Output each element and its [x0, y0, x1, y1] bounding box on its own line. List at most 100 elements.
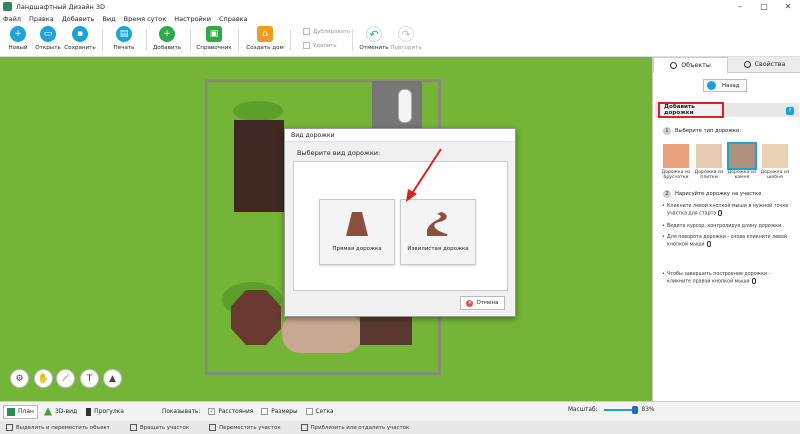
path-type-stone[interactable]: Дорожка из камня — [727, 142, 757, 180]
zoom-slider[interactable] — [603, 406, 638, 414]
curved-path-option[interactable]: Извилистая дорожка — [400, 199, 476, 265]
help-icon[interactable]: ? — [786, 107, 794, 115]
add-paths-title: Добавить дорожки — [658, 102, 724, 118]
step-1: 1 Выберите тип дорожки: — [663, 127, 741, 135]
toolbar: + Новый ▭ Открыть ▪ Сохранить ▤ Печать +… — [0, 24, 800, 57]
checkbox-unchecked — [261, 408, 269, 415]
status-bar: Выделить и переместить объект Вращать уч… — [0, 421, 800, 434]
properties-icon — [743, 61, 751, 68]
save-button[interactable]: ▪ Сохранить — [62, 25, 98, 55]
car — [398, 89, 412, 123]
tile-swatch — [696, 144, 722, 168]
grid-checkbox[interactable]: Сетка — [305, 408, 334, 415]
curved-path-icon — [427, 212, 447, 236]
menu-help[interactable]: Справка — [219, 15, 248, 23]
back-arrow-icon — [707, 81, 716, 90]
menu-edit[interactable]: Правка — [29, 15, 54, 23]
print-button[interactable]: ▤ Печать — [106, 25, 142, 55]
menu-time-of-day[interactable]: Время суток — [124, 15, 167, 23]
new-file-icon: + — [10, 26, 26, 42]
printer-icon: ▤ — [116, 26, 132, 42]
back-button[interactable]: Назад — [703, 79, 747, 92]
mouse-icon — [751, 278, 756, 284]
dialog-panel: Прямая дорожка Извилистая дорожка — [293, 161, 508, 291]
path-type-paving[interactable]: Дорожка из брусчатки — [661, 144, 691, 180]
text-tool-icon[interactable]: T — [80, 369, 99, 388]
instruction-2: Ведите курсор, контролируя длину дорожки — [662, 223, 789, 230]
ruler-tool-icon[interactable]: ⟋ — [56, 369, 75, 388]
folder-icon: ▭ — [40, 26, 56, 42]
distances-checkbox[interactable]: ✓ Расстояния — [208, 408, 253, 415]
dialog-title: Вид дорожки — [285, 129, 515, 142]
mouse-right-icon — [129, 424, 137, 431]
patio — [282, 313, 362, 353]
open-button[interactable]: ▭ Открыть — [30, 25, 66, 55]
menu-settings[interactable]: Настройки — [174, 15, 211, 23]
sizes-checkbox[interactable]: Размеры — [261, 408, 298, 415]
menu-view[interactable]: Вид — [102, 15, 115, 23]
select-tool-icon[interactable]: ⚙ — [10, 369, 29, 388]
app-icon — [3, 2, 12, 11]
gravel-swatch — [762, 144, 788, 168]
plan-view-button[interactable]: План — [3, 404, 38, 419]
reference-button[interactable]: ▣ Справочник — [196, 25, 232, 55]
path-type-gravel[interactable]: Дорожка из щебня — [760, 144, 790, 180]
panel-tabs: Объекты Свойства — [653, 57, 800, 73]
checkbox-unchecked — [305, 408, 313, 415]
hand-tool-icon[interactable]: ✋ — [34, 369, 53, 388]
mouse-middle-icon — [209, 424, 217, 431]
hint-move: Переместить участок — [209, 424, 281, 431]
objects-icon — [670, 62, 678, 69]
tab-properties[interactable]: Свойства — [728, 57, 800, 73]
shed — [360, 315, 412, 345]
menu-add[interactable]: Добавить — [62, 15, 95, 23]
walker-icon — [86, 407, 92, 416]
hint-select-move: Выделить и переместить объект — [6, 424, 110, 431]
add-button[interactable]: + Добавить — [149, 25, 185, 55]
cancel-button[interactable]: ✕ Отмена — [460, 296, 505, 310]
straight-path-option[interactable]: Прямая дорожка — [319, 199, 395, 265]
mouse-left-icon — [6, 424, 13, 431]
plus-icon: + — [159, 26, 175, 42]
undo-button[interactable]: ↶ Отменить — [356, 25, 392, 55]
image-tool-icon[interactable]: ▲ — [103, 369, 122, 388]
window-controls: – □ ✕ — [728, 0, 800, 13]
step-2: 2 Нарисуйте дорожку на участке — [663, 190, 761, 198]
red-arrow — [406, 148, 442, 202]
mouse-wheel-icon — [300, 424, 308, 431]
walk-view-button[interactable]: Прогулка — [83, 405, 127, 419]
zoom-slider-handle[interactable] — [631, 406, 638, 414]
redo-icon: ↷ — [398, 26, 414, 42]
tree-3d-icon — [43, 407, 52, 416]
3d-view-button[interactable]: 3D-вид — [41, 405, 80, 419]
instruction-3: Для поворота дорожки - снова кликните ле… — [662, 234, 789, 249]
view-bar: План 3D-вид Прогулка Показывать: ✓ Расст… — [0, 401, 800, 421]
checkbox-checked: ✓ — [208, 408, 216, 415]
plan-icon — [7, 407, 15, 416]
window-title: Ландшафтный Дизайн 3D — [16, 2, 105, 11]
create-house-button[interactable]: ⌂ Создать дом — [246, 25, 284, 55]
undo-icon: ↶ — [366, 26, 382, 42]
house — [234, 120, 284, 212]
duplicate-button[interactable]: Дублировать — [303, 28, 350, 35]
book-icon: ▣ — [206, 26, 222, 42]
tab-objects[interactable]: Объекты — [653, 57, 728, 73]
hint-rotate: Вращать участок — [129, 424, 189, 431]
paving-swatch — [663, 144, 689, 168]
minimize-button[interactable]: – — [728, 0, 752, 13]
maximize-button[interactable]: □ — [752, 0, 776, 13]
menu-bar: Файл Правка Добавить Вид Время суток Нас… — [0, 13, 800, 24]
delete-button[interactable]: Удалить — [303, 42, 337, 49]
zoom-control: Масштаб: 83% — [568, 406, 655, 414]
mouse-icon — [706, 241, 711, 247]
dialog-heading: Выберите вид дорожки: — [297, 149, 381, 157]
path-type-tile[interactable]: Дорожка из плитки — [694, 144, 724, 180]
menu-file[interactable]: Файл — [3, 15, 21, 23]
cancel-icon: ✕ — [466, 299, 474, 307]
tree-cluster — [233, 101, 283, 121]
redo-button[interactable]: ↷ Повторить — [388, 25, 424, 55]
zoom-value: 83% — [641, 407, 655, 413]
straight-path-icon — [346, 212, 368, 236]
title-bar: Ландшафтный Дизайн 3D – □ ✕ — [0, 0, 800, 13]
close-button[interactable]: ✕ — [776, 0, 800, 13]
